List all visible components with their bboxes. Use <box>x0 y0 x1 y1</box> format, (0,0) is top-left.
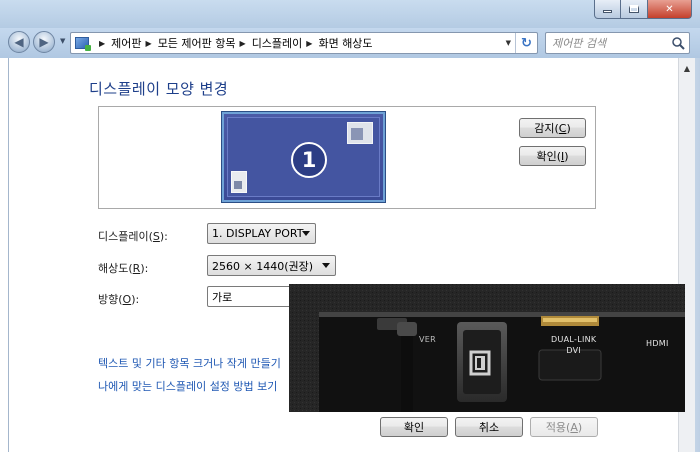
chevron-right-icon[interactable]: ▶ <box>240 39 246 48</box>
breadcrumb: ▶ 제어판 ▶ 모든 제어판 항목 ▶ 디스플레이 ▶ 화면 해상도 <box>95 35 373 51</box>
display-select[interactable]: 1. DISPLAY PORT <box>207 223 316 244</box>
label-text: 방향( <box>98 293 123 306</box>
port-photo-image <box>289 284 685 412</box>
resolution-select-value: 2560 × 1440(권장) <box>212 259 314 273</box>
button-label: 적용( <box>545 421 571 434</box>
chevron-down-icon <box>302 231 310 236</box>
desktop-window-icon <box>347 122 373 144</box>
text-size-link[interactable]: 텍스트 및 기타 항목 크거나 작게 만들기 <box>98 355 281 371</box>
port-label-hdmi: HDMI <box>646 339 669 348</box>
orientation-select-value: 가로 <box>212 290 233 304</box>
chevron-right-icon[interactable]: ▶ <box>306 39 312 48</box>
navigation-bar: ◀ ▶ ▼ ▶ 제어판 ▶ 모든 제어판 항목 ▶ 디스플레이 ▶ 화면 해상도… <box>0 28 700 58</box>
search-box <box>545 32 690 54</box>
label-text: 디스플레이( <box>98 230 153 243</box>
maximize-icon <box>629 5 639 13</box>
search-input[interactable] <box>552 33 672 53</box>
label-end: ): <box>131 293 140 306</box>
breadcrumb-item[interactable]: 모든 제어판 항목 <box>158 35 236 51</box>
close-button[interactable]: ✕ <box>648 0 692 19</box>
back-button[interactable]: ◀ <box>8 31 30 53</box>
identify-button[interactable]: 확인(I) <box>519 146 586 166</box>
refresh-icon: ↻ <box>521 35 532 51</box>
page-title: 디스플레이 모양 변경 <box>89 80 229 98</box>
forward-button[interactable]: ▶ <box>33 31 55 53</box>
port-label-dvi-line1: DUAL-LINK <box>551 335 597 344</box>
monitor-screen: 1 <box>227 117 380 197</box>
scroll-up-icon[interactable]: ▲ <box>679 60 695 76</box>
access-key: O <box>122 293 132 306</box>
minimize-icon <box>603 10 612 13</box>
monitor-1[interactable]: 1 <box>221 111 386 203</box>
refresh-button[interactable]: ↻ <box>515 33 537 53</box>
ok-button[interactable]: 확인 <box>380 417 448 437</box>
display-select-value: 1. DISPLAY PORT <box>212 227 304 240</box>
chevron-right-icon[interactable]: ▶ <box>99 39 105 48</box>
address-dropdown[interactable]: ▼ <box>506 39 511 47</box>
button-label: 확인( <box>536 150 561 163</box>
title-bar: ✕ <box>0 0 700 28</box>
arrow-left-icon: ◀ <box>14 35 24 49</box>
access-key: S <box>152 230 160 243</box>
display-settings-help-link[interactable]: 나에게 맞는 디스플레이 설정 방법 보기 <box>98 378 277 394</box>
breadcrumb-item[interactable]: 화면 해상도 <box>318 35 372 51</box>
access-key: A <box>570 420 578 434</box>
button-label: 감지( <box>534 122 559 135</box>
maximize-button[interactable] <box>621 0 648 19</box>
chevron-right-icon[interactable]: ▶ <box>146 39 152 48</box>
detect-button[interactable]: 감지(C) <box>519 118 586 138</box>
arrow-right-icon: ▶ <box>39 35 49 49</box>
cancel-button[interactable]: 취소 <box>455 417 523 437</box>
recent-pages-dropdown[interactable]: ▼ <box>60 37 65 45</box>
monitor-number: 1 <box>291 142 327 178</box>
port-label-ver: VER <box>419 335 436 344</box>
button-label-end: ) <box>566 121 571 135</box>
access-key: C <box>558 121 567 135</box>
port-label-dvi-line2: DVI <box>566 346 582 355</box>
address-bar[interactable]: ▶ 제어판 ▶ 모든 제어판 항목 ▶ 디스플레이 ▶ 화면 해상도 ▼ ↻ <box>70 32 538 54</box>
window-controls: ✕ <box>594 0 692 19</box>
display-label: 디스플레이(S): <box>98 228 168 244</box>
desktop-window-icon <box>231 171 247 193</box>
breadcrumb-item[interactable]: 제어판 <box>111 35 141 51</box>
resolution-select[interactable]: 2560 × 1440(권장) <box>207 255 336 276</box>
orientation-label: 방향(O): <box>98 291 139 307</box>
label-text: 해상도( <box>98 262 133 275</box>
button-label-end: ) <box>577 420 583 434</box>
close-icon: ✕ <box>665 3 674 15</box>
label-end: ): <box>140 262 149 275</box>
label-end: ): <box>159 230 168 243</box>
search-icon[interactable] <box>671 36 685 50</box>
breadcrumb-item[interactable]: 디스플레이 <box>252 35 303 51</box>
minimize-button[interactable] <box>594 0 621 19</box>
button-label-end: ) <box>564 149 569 163</box>
chevron-down-icon <box>322 263 330 268</box>
port-label-dvi: DUAL-LINK DVI <box>551 334 596 356</box>
control-panel-icon <box>75 37 91 51</box>
graphics-card-port-photo: VER DUAL-LINK DVI HDMI <box>289 284 685 412</box>
resolution-label: 해상도(R): <box>98 260 148 276</box>
apply-button[interactable]: 적용(A) <box>530 417 598 437</box>
